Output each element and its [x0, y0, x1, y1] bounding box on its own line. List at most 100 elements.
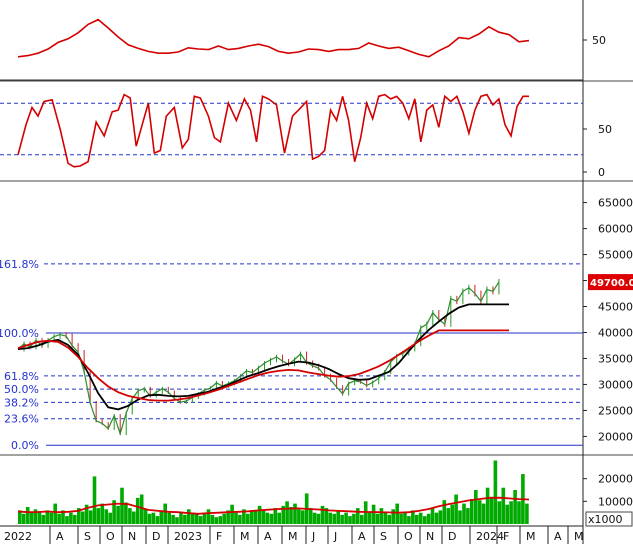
- month-label: J: [311, 530, 315, 543]
- volume-bar: [155, 516, 160, 524]
- volume-bar: [340, 514, 344, 524]
- volume-bar: [422, 516, 427, 524]
- month-label: S: [84, 530, 91, 543]
- volume-bar: [265, 512, 270, 524]
- volume-bar: [505, 504, 509, 524]
- volume-bar: [320, 505, 325, 524]
- volume-bar: [493, 460, 498, 524]
- volume-bar: [316, 513, 321, 524]
- volume-bar: [163, 503, 167, 524]
- fibonacci-level-label: 38.2%: [4, 396, 39, 409]
- volume-bar: [135, 497, 140, 524]
- fibonacci-level-label: 50.0%: [4, 383, 39, 396]
- volume-bar: [238, 514, 242, 524]
- stoch-line: [17, 93, 529, 168]
- volume-bar: [143, 509, 148, 524]
- month-label: D: [152, 530, 160, 543]
- volume-bar: [399, 513, 403, 524]
- stoch-tick-label: 50: [598, 123, 612, 136]
- volume-bar: [379, 508, 384, 524]
- volume-bar: [403, 511, 407, 524]
- volume-bar: [249, 510, 254, 524]
- stoch-tick-label: 0: [598, 166, 605, 179]
- stock-chart: 50 0 50 0.0% 23.6% 38.2%50.0%61.8% 100.0% 161…: [0, 0, 633, 544]
- volume-bar: [387, 514, 392, 524]
- month-label: A: [554, 530, 562, 543]
- volume-bar: [92, 476, 97, 524]
- volume-bar: [257, 505, 262, 524]
- fibonacci-level-label: 0.0%: [11, 439, 39, 452]
- volume-bar: [57, 513, 61, 524]
- volume-bar: [481, 503, 486, 524]
- month-label: 2024: [476, 530, 504, 543]
- price-tick-label: 40000: [598, 326, 633, 339]
- volume-bar: [348, 516, 352, 524]
- volume-bar: [312, 512, 317, 524]
- month-label: A: [56, 530, 64, 543]
- volume-bar: [100, 503, 105, 524]
- volume-bar: [477, 500, 482, 524]
- volume-bar: [116, 505, 120, 524]
- volume-bar: [25, 507, 30, 524]
- month-label: F: [216, 530, 222, 543]
- volume-bar: [285, 501, 289, 524]
- volume-bar: [395, 503, 399, 524]
- volume-bar: [289, 507, 293, 524]
- volume-bar: [198, 516, 203, 524]
- month-label: F: [503, 530, 509, 543]
- volume-bar: [513, 490, 517, 524]
- x-axis: 2022 A S O N D 2023 F M A M J J A S O N D 2024 F M A M: [4, 526, 584, 544]
- volume-bar: [277, 512, 281, 524]
- month-label: M: [240, 530, 250, 543]
- volume-bar: [104, 509, 109, 524]
- volume-bar: [470, 499, 474, 524]
- volume-bar: [253, 511, 258, 524]
- volume-bar: [360, 514, 364, 524]
- price-tick-label: 30000: [598, 378, 633, 391]
- volume-bar: [69, 512, 73, 524]
- volume-bar: [301, 510, 305, 524]
- month-label: 2022: [4, 530, 32, 543]
- volume-bar: [458, 510, 462, 524]
- volume-bar: [489, 496, 494, 524]
- volume-bar: [80, 511, 85, 524]
- price-tick-label: 20000: [598, 430, 633, 443]
- volume-bar: [442, 500, 447, 524]
- volume-bar: [450, 504, 454, 524]
- volume-bar: [230, 504, 234, 524]
- volume-bar: [214, 517, 219, 524]
- volume-bar: [175, 517, 179, 524]
- volume-bar: [517, 501, 521, 524]
- volume-bar: [194, 513, 199, 524]
- volume-bar: [234, 512, 238, 524]
- volume-bar: [466, 508, 470, 524]
- rsi-line: [17, 18, 530, 58]
- volume-bar: [151, 512, 156, 524]
- volume-bar: [391, 509, 395, 524]
- volume-bar: [187, 509, 191, 524]
- month-label: D: [448, 530, 456, 543]
- volume-bar: [261, 510, 266, 524]
- volume-bar: [434, 512, 439, 524]
- volume-bar: [407, 516, 411, 524]
- volume-bar: [218, 516, 223, 524]
- price-tick-label: 35000: [598, 352, 633, 365]
- price-tick-label: 25000: [598, 404, 633, 417]
- volume-bar: [344, 512, 348, 524]
- volume-bar: [159, 510, 164, 524]
- volume-bar: [367, 512, 372, 524]
- volume-bar: [293, 503, 297, 524]
- volume-bar: [29, 512, 34, 524]
- volume-bar: [210, 514, 215, 524]
- panel-frames: [0, 0, 633, 544]
- month-label: M: [288, 530, 298, 543]
- volume-bar: [167, 512, 171, 524]
- volume-bar: [108, 512, 112, 524]
- volume-panel: 10000 20000 x1000: [17, 460, 633, 527]
- month-label: M: [526, 530, 536, 543]
- month-label: J: [333, 530, 337, 543]
- volume-bar: [73, 514, 77, 524]
- month-label: N: [426, 530, 434, 543]
- ma-black-line: [17, 303, 509, 411]
- volume-bar: [246, 513, 250, 524]
